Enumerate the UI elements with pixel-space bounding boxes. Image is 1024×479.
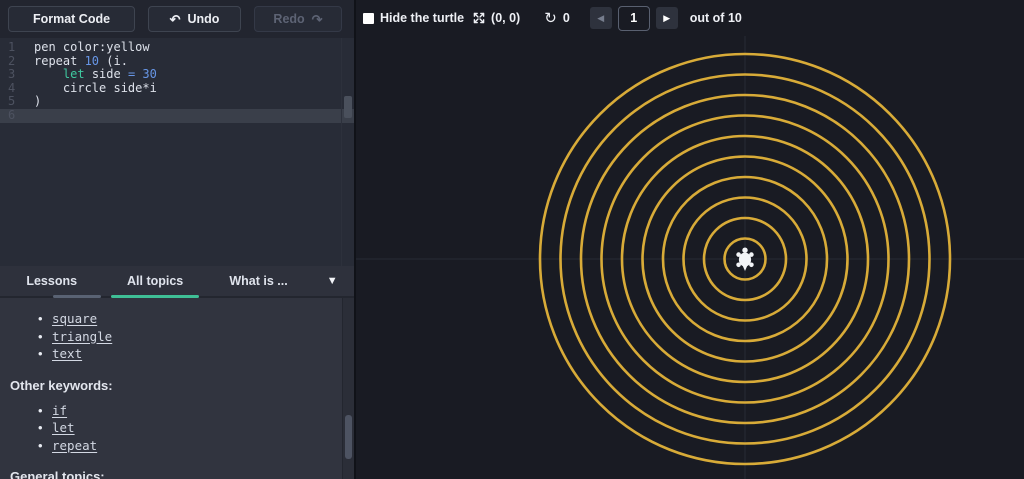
tab-what-is[interactable]: What is ...: [207, 266, 310, 296]
line-number: 3: [8, 67, 16, 82]
code-line-2[interactable]: 2 repeat 10 (i.: [0, 53, 354, 69]
redo-label: Redo: [273, 12, 305, 26]
editor-scrollbar[interactable]: [341, 38, 354, 266]
hide-turtle-checkbox[interactable]: [363, 12, 374, 24]
code-line-4[interactable]: 4 circle side*i: [0, 80, 354, 96]
rotate-icon[interactable]: ↻: [544, 11, 557, 26]
topic-link-text[interactable]: text: [40, 346, 82, 361]
topics-list: square triangle text: [10, 310, 354, 363]
rotation-indicator: ↻ 0: [544, 11, 570, 26]
topics-content: square triangle text Other keywords: if let re…: [0, 298, 354, 479]
line-number: 6: [8, 107, 16, 122]
code-text: circle side*i: [34, 80, 157, 95]
list-item: repeat: [10, 437, 354, 455]
undo-label: Undo: [187, 12, 220, 26]
list-item: if: [10, 402, 354, 420]
tab-all-topics[interactable]: All topics: [103, 266, 206, 298]
redo-button[interactable]: Redo ↷: [254, 6, 342, 32]
line-number: 5: [8, 94, 16, 109]
step-input[interactable]: [617, 5, 650, 31]
tab-label: All topics: [127, 274, 184, 288]
code-text: ): [34, 94, 42, 109]
topic-link-if[interactable]: if: [40, 403, 67, 418]
topic-link-let[interactable]: let: [40, 420, 75, 435]
list-item: let: [10, 419, 354, 437]
code-editor[interactable]: 1 pen color:yellow 2 repeat 10 (i. 3 let sid…: [0, 38, 354, 266]
code-text: let side = 30: [62, 67, 157, 82]
editor-scrollbar-thumb[interactable]: [344, 96, 352, 118]
line-number: 4: [8, 80, 16, 95]
tab-label: Lessons: [26, 274, 78, 288]
undo-icon: ↶: [169, 11, 181, 27]
undo-button[interactable]: ↶ Undo: [148, 6, 241, 32]
topic-link-repeat[interactable]: repeat: [40, 438, 97, 453]
step-total-label: out of 10: [689, 11, 742, 25]
topics-list: if let repeat: [10, 402, 354, 455]
tabs-dropdown-caret[interactable]: ▼: [310, 275, 354, 287]
next-step-button[interactable]: ▶: [655, 7, 678, 29]
step-navigator: ◀ ▶ out of 10: [589, 5, 742, 31]
hide-turtle-label: Hide the turtle: [380, 11, 465, 25]
canvas-toolbar: Hide the turtle (0, 0) ↻ 0 ◀ ▶ out of 10: [356, 0, 1024, 36]
list-item: triangle: [10, 328, 354, 346]
rotation-value: 0: [562, 11, 570, 25]
turtle-canvas-panel: Hide the turtle (0, 0) ↻ 0 ◀ ▶ out of 10: [354, 0, 1024, 479]
turtle-icon: [736, 247, 754, 271]
tab-label: What is ...: [229, 274, 288, 288]
list-item: square: [10, 310, 354, 328]
prev-step-button[interactable]: ◀: [589, 7, 612, 29]
topics-heading-general-topics: General topics:: [10, 469, 105, 479]
code-lines: 1 pen color:yellow 2 repeat 10 (i. 3 let sid…: [0, 40, 354, 123]
format-code-button[interactable]: Format Code: [8, 6, 135, 32]
tab-lessons[interactable]: Lessons: [0, 266, 103, 298]
editor-toolbar: Format Code ↶ Undo Redo ↷: [0, 0, 354, 38]
topics-tab-bar: Lessons All topics What is ... ▼: [0, 266, 354, 298]
topics-scrollbar[interactable]: [342, 298, 354, 479]
code-line-1[interactable]: 1 pen color:yellow: [0, 40, 354, 55]
list-item: text: [10, 345, 354, 363]
topics-sections: square triangle text Other keywords: if let re…: [10, 310, 354, 479]
turtle-position: (0, 0): [491, 11, 521, 25]
topic-link-triangle[interactable]: triangle: [40, 329, 112, 344]
line-number: 2: [8, 53, 16, 68]
redo-icon: ↷: [311, 11, 323, 27]
topics-heading-other-keywords: Other keywords:: [10, 377, 113, 393]
code-line-3[interactable]: 3 let side = 30: [0, 67, 354, 82]
line-number: 1: [8, 40, 16, 54]
topic-link-square[interactable]: square: [40, 311, 97, 326]
code-text: repeat 10 (i.: [34, 53, 128, 68]
move-arrows-icon: [472, 11, 486, 25]
code-panel: Format Code ↶ Undo Redo ↷ 1 pen color:yel…: [0, 0, 354, 479]
code-text: pen color:yellow: [34, 40, 150, 54]
topics-scrollbar-thumb[interactable]: [345, 415, 352, 459]
turtle-canvas[interactable]: [356, 0, 1024, 479]
format-code-label: Format Code: [32, 12, 111, 26]
code-line-6[interactable]: 6: [0, 107, 354, 123]
code-line-5[interactable]: 5): [0, 95, 354, 109]
